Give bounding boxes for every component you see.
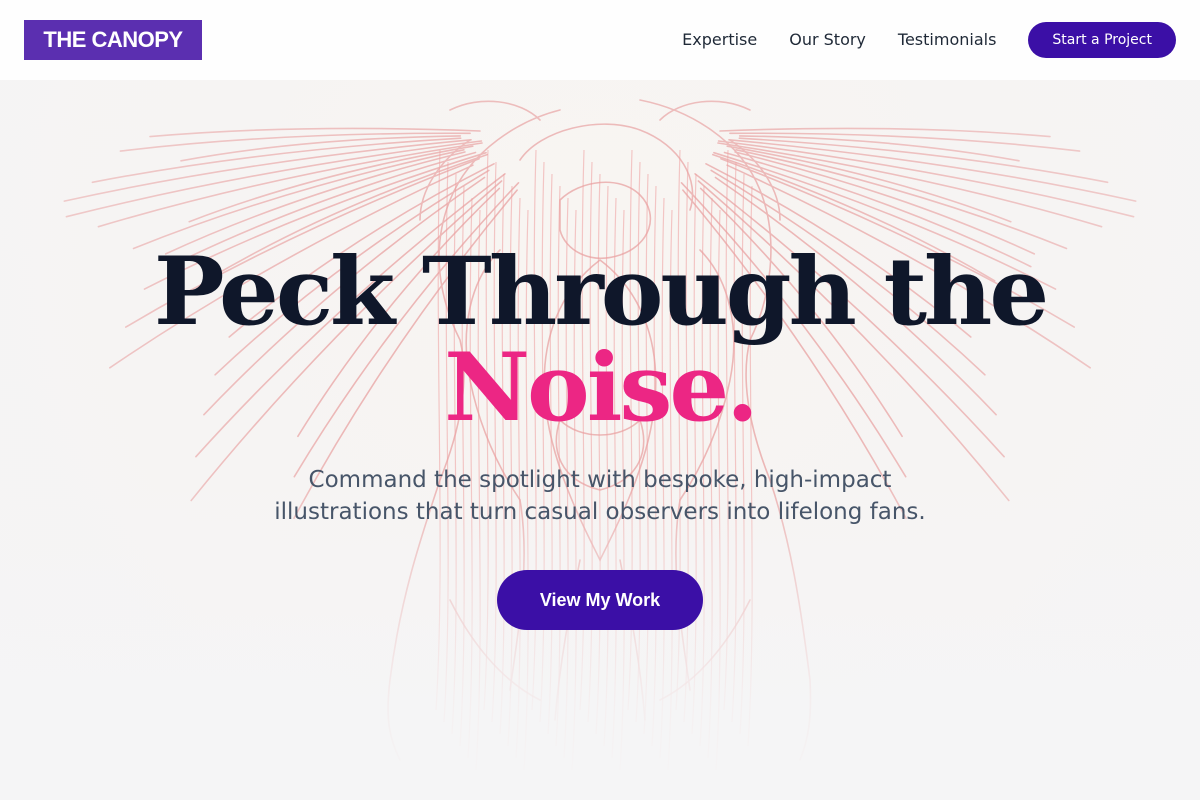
nav-link-expertise[interactable]: Expertise <box>682 22 757 58</box>
hero-headline-accent: Noise. <box>444 333 759 443</box>
start-project-button[interactable]: Start a Project <box>1028 22 1176 58</box>
hero-section: Peck Through the Noise. Command the spot… <box>0 0 1200 800</box>
hero-headline-main: Peck Through the <box>153 237 1049 347</box>
main-nav: Expertise Our Story Testimonials Start a… <box>682 22 1176 58</box>
hero-subtext: Command the spotlight with bespoke, high… <box>274 467 926 525</box>
view-my-work-button[interactable]: View My Work <box>497 570 703 630</box>
nav-link-our-story[interactable]: Our Story <box>789 22 866 58</box>
landing-page: THE CANOPY Expertise Our Story Testimoni… <box>0 0 1200 800</box>
nav-link-testimonials[interactable]: Testimonials <box>898 22 997 58</box>
brand-logo[interactable]: THE CANOPY <box>24 20 202 60</box>
hero-headline: Peck Through the Noise. <box>100 244 1100 436</box>
site-header: THE CANOPY Expertise Our Story Testimoni… <box>0 0 1200 80</box>
